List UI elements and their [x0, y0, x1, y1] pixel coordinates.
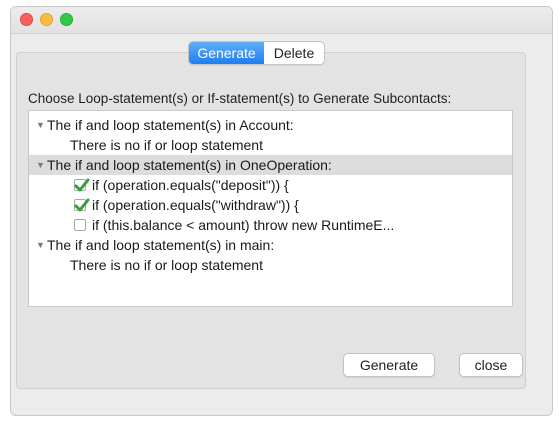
close-window-button[interactable]	[20, 13, 33, 26]
checkbox-withdraw[interactable]	[74, 198, 90, 212]
checkbox-balance[interactable]	[74, 219, 86, 231]
tree-group-main[interactable]: ▼ The if and loop statement(s) in main:	[29, 235, 512, 255]
tree-item-label: if (operation.equals("withdraw")) {	[92, 197, 299, 213]
disclosure-triangle-icon[interactable]: ▼	[36, 235, 45, 255]
instruction-label: Choose Loop-statement(s) or If-statement…	[28, 91, 452, 106]
generate-button[interactable]: Generate	[343, 353, 435, 377]
tree-group-account[interactable]: ▼ The if and loop statement(s) in Accoun…	[29, 115, 512, 135]
tree-group-label: The if and loop statement(s) in Account:	[47, 117, 294, 133]
tree-item-balance[interactable]: if (this.balance < amount) throw new Run…	[29, 215, 512, 235]
statement-tree[interactable]: ▼ The if and loop statement(s) in Accoun…	[28, 110, 513, 307]
tree-item-label: if (this.balance < amount) throw new Run…	[92, 217, 395, 233]
tree-group-label: The if and loop statement(s) in main:	[47, 237, 275, 253]
title-bar	[11, 7, 552, 34]
tree-message-row: There is no if or loop statement	[29, 255, 512, 275]
tree-group-oneoperation[interactable]: ▼ The if and loop statement(s) in OneOpe…	[29, 155, 512, 175]
no-statement-message: There is no if or loop statement	[70, 137, 263, 153]
tree-item-deposit[interactable]: if (operation.equals("deposit")) {	[29, 175, 512, 195]
checkbox-deposit[interactable]	[74, 178, 90, 192]
close-button[interactable]: close	[459, 353, 523, 377]
maximize-window-button[interactable]	[60, 13, 73, 26]
tree-message-row: There is no if or loop statement	[29, 135, 512, 155]
disclosure-triangle-icon[interactable]: ▼	[36, 155, 45, 175]
tab-delete[interactable]: Delete	[264, 42, 324, 64]
disclosure-triangle-icon[interactable]: ▼	[36, 115, 45, 135]
tab-bar: Generate Delete	[188, 41, 325, 65]
tree-group-label: The if and loop statement(s) in OneOpera…	[47, 157, 332, 173]
checkmark-icon	[74, 198, 90, 212]
no-statement-message: There is no if or loop statement	[70, 257, 263, 273]
checkmark-icon	[74, 178, 90, 192]
tree-item-withdraw[interactable]: if (operation.equals("withdraw")) {	[29, 195, 512, 215]
tab-generate[interactable]: Generate	[189, 42, 264, 64]
tree-item-label: if (operation.equals("deposit")) {	[92, 177, 289, 193]
minimize-window-button[interactable]	[40, 13, 53, 26]
